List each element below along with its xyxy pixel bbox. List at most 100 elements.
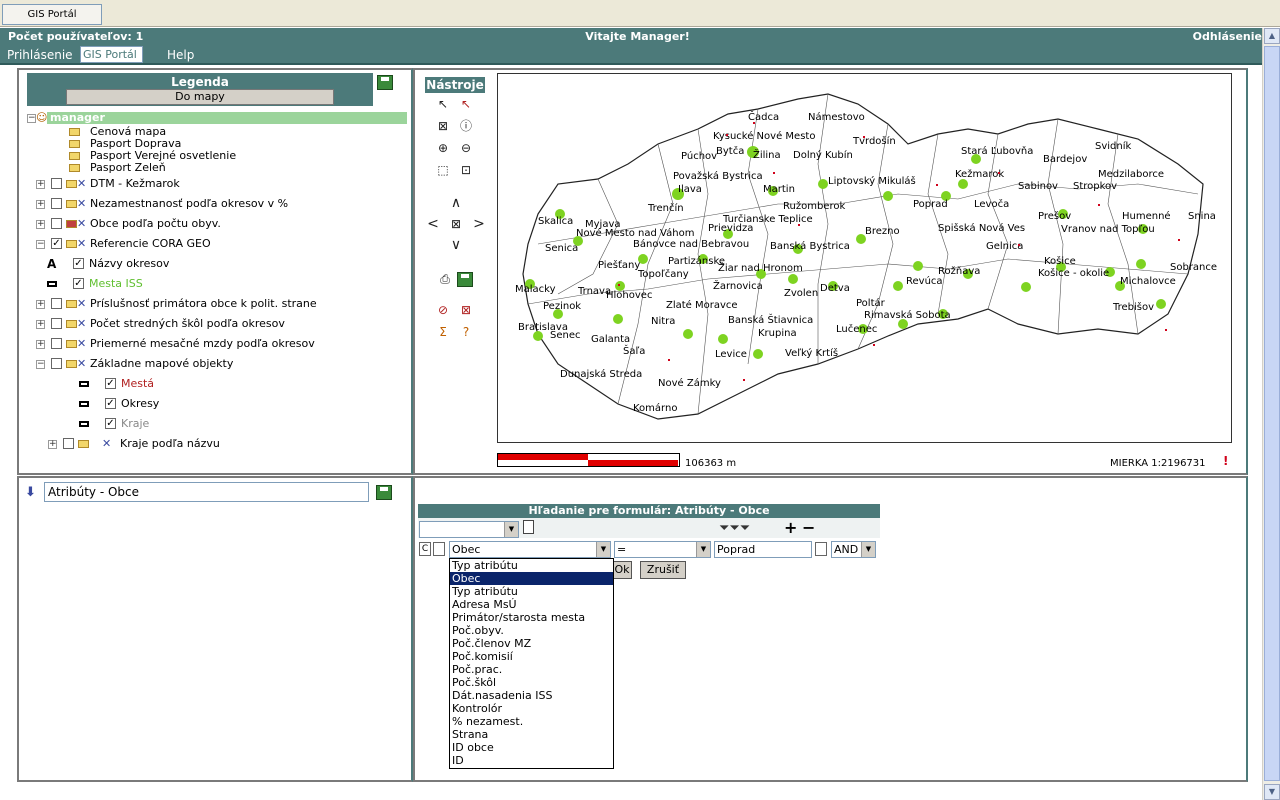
- export-icon[interactable]: ⊠: [458, 302, 474, 318]
- expand-icon[interactable]: +: [36, 220, 45, 229]
- delete-icon[interactable]: ✕: [77, 296, 86, 312]
- collapse-icon[interactable]: −: [36, 360, 45, 369]
- alert-icon[interactable]: !: [1223, 454, 1228, 468]
- list-item[interactable]: − ✓ ✕ Referencie CORA GEO: [36, 236, 396, 252]
- negate-checkbox[interactable]: [815, 542, 827, 556]
- add-condition-icon[interactable]: +: [784, 518, 797, 537]
- pan-down-icon[interactable]: ∨: [448, 237, 464, 253]
- dropdown-option[interactable]: Dát.nasadenia ISS: [450, 689, 613, 702]
- layer-checkbox[interactable]: [51, 318, 62, 329]
- list-item[interactable]: + ✕ Kraje podľa názvu: [48, 436, 388, 452]
- pan-up-icon[interactable]: ∧: [448, 195, 464, 211]
- dropdown-option[interactable]: Poč.škôl: [450, 676, 613, 689]
- layer-checkbox[interactable]: [51, 218, 62, 229]
- dropdown-option[interactable]: Typ atribútu: [450, 585, 613, 598]
- dropdown-option[interactable]: Poč.komisií: [450, 650, 613, 663]
- tab-help[interactable]: Help: [162, 46, 199, 65]
- field-dropdown-list[interactable]: Typ atribútu Obec Typ atribútu Adresa MsÚ Pr…: [449, 558, 614, 769]
- layer-checkbox[interactable]: ✓: [73, 278, 84, 289]
- scroll-up-icon[interactable]: ▲: [1264, 28, 1280, 44]
- dropdown-option[interactable]: Primátor/starosta mesta: [450, 611, 613, 624]
- list-item[interactable]: + ✕ Obce podľa počtu obyv.: [36, 216, 396, 232]
- list-item[interactable]: + ✕ Príslušnosť primátora obce k polit. st…: [36, 296, 396, 312]
- dropdown-option[interactable]: % nezamest.: [450, 715, 613, 728]
- list-item[interactable]: ✓ Mestá: [79, 376, 379, 392]
- measure-icon[interactable]: ⊘: [435, 302, 451, 318]
- pan-left-icon[interactable]: <: [425, 216, 441, 232]
- list-item[interactable]: + ✕ Priemerné mesačné mzdy podľa okresov: [36, 336, 396, 352]
- new-document-icon[interactable]: [523, 520, 534, 534]
- expand-icon[interactable]: +: [36, 320, 45, 329]
- layer-checkbox[interactable]: [63, 438, 74, 449]
- delete-icon[interactable]: ✕: [77, 176, 86, 192]
- logout-link[interactable]: Odhlásenie: [1193, 30, 1262, 43]
- delete-icon[interactable]: ✕: [77, 356, 86, 372]
- dropdown-option[interactable]: ID: [450, 754, 613, 767]
- layer-checkbox[interactable]: ✓: [73, 258, 84, 269]
- list-item[interactable]: ✓ Mesta ISS: [47, 276, 387, 292]
- remove-condition-icon[interactable]: −: [802, 518, 815, 537]
- layer-checkbox[interactable]: [51, 338, 62, 349]
- dropdown-option[interactable]: ID obce: [450, 741, 613, 754]
- condition-flag[interactable]: C: [419, 542, 431, 556]
- expand-icon[interactable]: +: [36, 180, 45, 189]
- layer-checkbox[interactable]: ✓: [51, 238, 62, 249]
- info-icon[interactable]: ⓘ: [458, 118, 474, 134]
- pan-icon[interactable]: ⊠: [448, 216, 464, 232]
- map-canvas[interactable]: Čadca Námestovo Kysucké Nové Mesto Tvrdo…: [497, 73, 1232, 443]
- deselect-arrow-icon[interactable]: ↖: [458, 96, 474, 112]
- dropdown-option[interactable]: Strana: [450, 728, 613, 741]
- dropdown-option[interactable]: Adresa MsÚ: [450, 598, 613, 611]
- zoom-box-icon[interactable]: ⬚: [435, 162, 451, 178]
- select-arrow-icon[interactable]: ↖: [435, 96, 451, 112]
- logic-select[interactable]: AND ▼: [831, 541, 876, 558]
- layer-checkbox[interactable]: [51, 358, 62, 369]
- list-item[interactable]: + ✕ Počet stredných škôl podľa okresov: [36, 316, 396, 332]
- print-icon[interactable]: ⎙: [437, 271, 453, 287]
- layer-checkbox[interactable]: [51, 298, 62, 309]
- zoom-out-icon[interactable]: ⊖: [458, 140, 474, 156]
- delete-icon[interactable]: ✕: [77, 236, 86, 252]
- filter-icons[interactable]: ⏷⏷⏷: [719, 521, 750, 536]
- delete-icon[interactable]: ✕: [77, 216, 86, 232]
- scroll-down-icon[interactable]: ▼: [1264, 784, 1280, 800]
- layer-checkbox[interactable]: ✓: [105, 378, 116, 389]
- to-map-button[interactable]: Do mapy: [66, 89, 334, 105]
- taskbar-button-gis-portal[interactable]: GIS Portál: [2, 4, 102, 25]
- query-icon[interactable]: ?: [458, 324, 474, 340]
- collapse-icon[interactable]: −: [27, 114, 36, 123]
- tab-prihlasenie[interactable]: Prihlásenie: [2, 46, 78, 65]
- list-item[interactable]: + ✕ DTM - Kežmarok: [36, 176, 396, 192]
- expand-icon[interactable]: +: [36, 300, 45, 309]
- expand-icon[interactable]: +: [48, 440, 57, 449]
- arrow-down-icon[interactable]: ⬇: [25, 485, 36, 500]
- save-icon[interactable]: [377, 75, 393, 90]
- expand-icon[interactable]: +: [36, 340, 45, 349]
- delete-icon[interactable]: ✕: [77, 316, 86, 332]
- expand-icon[interactable]: +: [36, 200, 45, 209]
- zoom-in-icon[interactable]: ⊕: [435, 140, 451, 156]
- form-select[interactable]: ▼: [419, 521, 519, 538]
- list-item[interactable]: ✓ Kraje: [79, 416, 379, 432]
- delete-icon[interactable]: ✕: [102, 436, 111, 452]
- list-item[interactable]: ✓ Okresy: [79, 396, 379, 412]
- save-icon[interactable]: [376, 485, 392, 500]
- scroll-thumb[interactable]: [1264, 46, 1280, 781]
- dropdown-option[interactable]: Kontrolór: [450, 702, 613, 715]
- layer-checkbox[interactable]: ✓: [105, 418, 116, 429]
- ok-button[interactable]: Ok: [612, 561, 632, 579]
- list-item[interactable]: A ✓ Názvy okresov: [47, 256, 387, 272]
- list-item[interactable]: − ✕ Základne mapové objekty: [36, 356, 396, 372]
- tab-gis-portal[interactable]: GIS Portál: [80, 46, 143, 63]
- map-svg[interactable]: Čadca Námestovo Kysucké Nové Mesto Tvrdo…: [498, 74, 1231, 442]
- save-map-icon[interactable]: [457, 272, 473, 287]
- sum-icon[interactable]: Σ: [435, 324, 451, 340]
- cancel-button[interactable]: Zrušiť: [640, 561, 686, 579]
- vertical-scrollbar[interactable]: ▲ ▼: [1262, 28, 1280, 800]
- dropdown-option[interactable]: Poč.členov MZ: [450, 637, 613, 650]
- dropdown-option[interactable]: Obec: [450, 572, 613, 585]
- layer-checkbox[interactable]: ✓: [105, 398, 116, 409]
- dropdown-option[interactable]: Typ atribútu: [450, 559, 613, 572]
- condition-checkbox[interactable]: [433, 542, 445, 556]
- list-item[interactable]: + ✕ Nezamestnanosť podľa okresov v %: [36, 196, 396, 212]
